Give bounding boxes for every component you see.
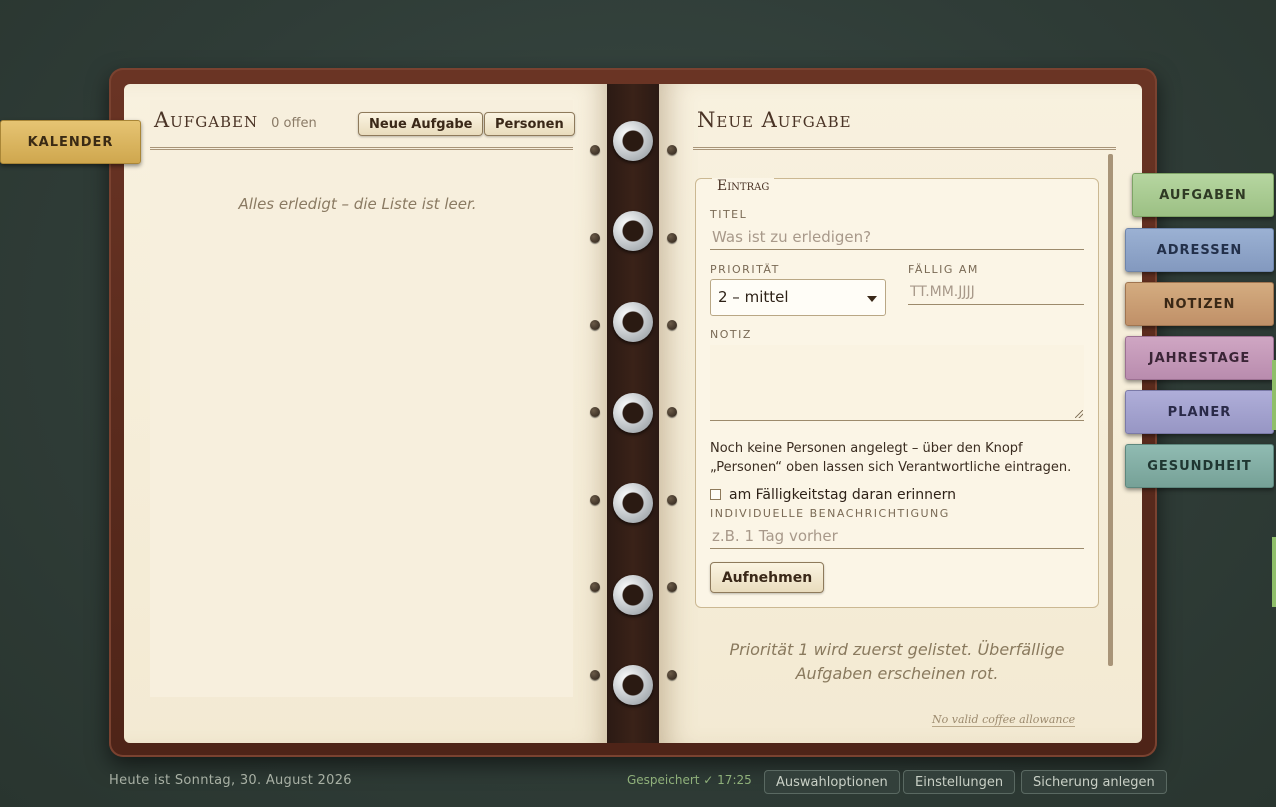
tab-jahrestage[interactable]: JAHRESTAGE (1125, 336, 1274, 380)
task-list-header: Aufgaben 0 offen (154, 108, 317, 132)
priority-label: PRIORITÄT (710, 263, 780, 276)
save-status: Gespeichert ✓ 17:25 (627, 773, 752, 787)
tab-planer[interactable]: PLANER (1125, 390, 1274, 434)
coffee-link[interactable]: No valid coffee allowance (932, 713, 1076, 727)
notify-input[interactable] (710, 523, 1084, 549)
title-input[interactable] (710, 224, 1084, 250)
tab-kalender[interactable]: KALENDER (0, 120, 141, 164)
divider (693, 147, 1116, 150)
binder-ring-icon (613, 121, 653, 161)
rivet-icon (667, 495, 677, 505)
remind-checkbox[interactable] (710, 489, 721, 500)
form-header: Neue Aufgabe (697, 108, 852, 132)
rivet-icon (667, 407, 677, 417)
rivet-icon (667, 320, 677, 330)
rivet-icon (590, 582, 600, 592)
rivet-icon (590, 145, 600, 155)
remind-label: am Fälligkeitstag daran erinnern (729, 487, 956, 503)
options-button[interactable]: Auswahloptionen (764, 770, 900, 794)
settings-button[interactable]: Einstellungen (903, 770, 1016, 794)
edge-marker (1272, 360, 1276, 430)
new-task-button[interactable]: Neue Aufgabe (358, 112, 484, 136)
form-title: Neue Aufgabe (697, 108, 852, 132)
empty-list-message: Alles erledigt – die Liste ist leer. (238, 195, 477, 213)
title-label: TITEL (710, 208, 748, 221)
binder-ring-icon (613, 302, 653, 342)
tab-notizen[interactable]: NOTIZEN (1125, 282, 1274, 326)
due-date-input[interactable] (908, 279, 1084, 305)
rivet-icon (590, 670, 600, 680)
binder-ring-icon (613, 483, 653, 523)
rivet-icon (667, 582, 677, 592)
rivet-icon (667, 670, 677, 680)
no-persons-info: Noch keine Personen angelegt – über den … (710, 441, 1072, 475)
tab-gesundheit[interactable]: GESUNDHEIT (1125, 444, 1274, 488)
rivet-icon (667, 233, 677, 243)
due-label: FÄLLIG AM (908, 263, 979, 276)
priority-value: 2 – mittel (718, 288, 789, 306)
note-textarea[interactable] (710, 345, 1084, 421)
page-title: Aufgaben (154, 108, 259, 132)
notify-label: INDIVIDUELLE BENACHRICHTIGUNG (710, 507, 950, 520)
open-count: 0 offen (271, 116, 317, 131)
persons-button[interactable]: Personen (484, 112, 575, 136)
planner-app: Aufgaben 0 offen Neue Aufgabe Personen A… (0, 0, 1276, 807)
fieldset-legend: Eintrag (712, 178, 775, 194)
resize-handle-icon[interactable] (1075, 410, 1083, 418)
tab-aufgaben[interactable]: AUFGABEN (1132, 173, 1274, 217)
rivet-icon (667, 145, 677, 155)
task-list (150, 100, 573, 697)
rivet-icon (590, 233, 600, 243)
scrollbar[interactable] (1108, 154, 1113, 666)
backup-button[interactable]: Sicherung anlegen (1021, 770, 1167, 794)
rivet-icon (590, 495, 600, 505)
binder-ring-icon (613, 211, 653, 251)
edge-marker (1272, 537, 1276, 607)
today-date: Heute ist Sonntag, 30. August 2026 (109, 773, 352, 788)
priority-select[interactable]: 2 – mittel (710, 279, 886, 316)
tab-adressen[interactable]: ADRESSEN (1125, 228, 1274, 272)
divider (150, 147, 573, 150)
add-task-button[interactable]: Aufnehmen (710, 562, 824, 593)
binder-ring-icon (613, 665, 653, 705)
priority-hint: Priorität 1 wird zuerst gelistet. Überfä… (729, 640, 1065, 683)
rivet-icon (590, 407, 600, 417)
note-label: NOTIZ (710, 328, 752, 341)
rivet-icon (590, 320, 600, 330)
binder-ring-icon (613, 575, 653, 615)
chevron-down-icon (867, 296, 877, 302)
binder-ring-icon (613, 393, 653, 433)
